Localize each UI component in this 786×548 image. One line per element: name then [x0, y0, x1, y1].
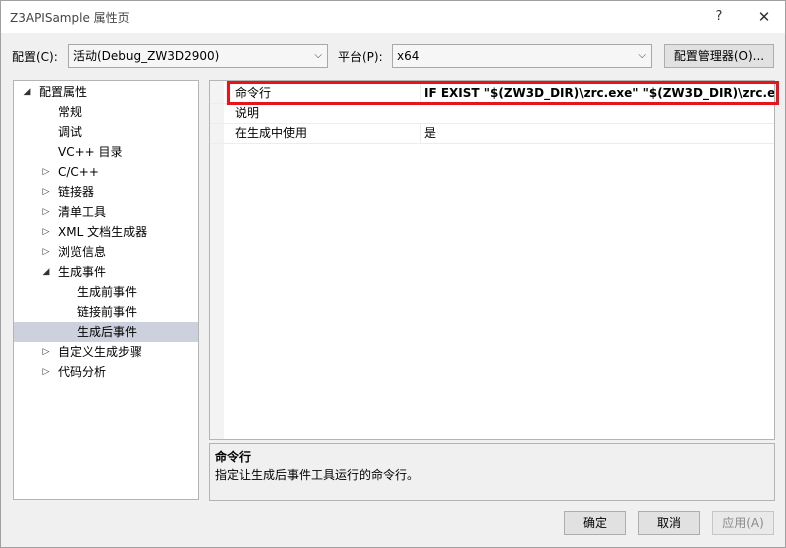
apply-button[interactable]: 应用(A)	[712, 511, 774, 535]
tree-item-general[interactable]: 常规	[14, 102, 198, 122]
tree-item-pre-link-event[interactable]: 链接前事件	[14, 302, 198, 322]
tree-item-label: 调试	[58, 125, 83, 139]
tree-item-label: 生成事件	[58, 265, 107, 279]
tree-item-debugging[interactable]: 调试	[14, 122, 198, 142]
tree-item-label: 生成前事件	[77, 285, 138, 299]
description-text: 指定让生成后事件工具运行的命令行。	[215, 468, 420, 482]
tree-item-label: 链接前事件	[77, 305, 138, 319]
tree-item-manifest-tool[interactable]: ▷ 清单工具	[14, 202, 198, 222]
collapse-icon[interactable]: ◢	[41, 262, 51, 282]
window-title: Z3APISample 属性页	[10, 11, 130, 25]
platform-combo[interactable]: x64 ⌵	[392, 44, 652, 68]
tree-item-label: 配置属性	[39, 85, 88, 99]
config-label: 配置(C):	[12, 50, 58, 64]
tree-item-label: VC++ 目录	[58, 145, 123, 159]
tree-item-custom-build-step[interactable]: ▷ 自定义生成步骤	[14, 342, 198, 362]
tree-item-code-analysis[interactable]: ▷ 代码分析	[14, 362, 198, 382]
config-combo[interactable]: 活动(Debug_ZW3D2900) ⌵	[68, 44, 328, 68]
tree-item-config-properties[interactable]: ◢ 配置属性	[14, 82, 198, 102]
close-icon[interactable]: ✕	[752, 5, 776, 29]
grid-row-description[interactable]: 说明	[210, 104, 774, 124]
tree-item-label: 清单工具	[58, 205, 107, 219]
grid-row-command-line[interactable]: 命令行 IF EXIST "$(ZW3D_DIR)\zrc.exe" "$(ZW…	[210, 84, 774, 104]
title-bar: Z3APISample 属性页 ? ✕	[1, 1, 785, 33]
help-icon[interactable]: ?	[707, 5, 731, 29]
tree-item-label: 自定义生成步骤	[58, 345, 143, 359]
expand-icon[interactable]: ▷	[41, 182, 51, 202]
expand-icon[interactable]: ▷	[41, 162, 51, 182]
property-name: 在生成中使用	[235, 126, 308, 140]
property-name: 命令行	[235, 86, 272, 100]
config-manager-button[interactable]: 配置管理器(O)...	[664, 44, 774, 68]
tree-item-label: 浏览信息	[58, 245, 107, 259]
property-grid: 命令行 IF EXIST "$(ZW3D_DIR)\zrc.exe" "$(ZW…	[209, 80, 775, 440]
platform-value: x64	[397, 49, 420, 63]
expand-icon[interactable]: ▷	[41, 222, 51, 242]
tree-item-label: C/C++	[58, 165, 99, 179]
expand-icon[interactable]: ▷	[41, 362, 51, 382]
property-pages-dialog: Z3APISample 属性页 ? ✕ 配置(C): 活动(Debug_ZW3D…	[0, 0, 786, 548]
property-name: 说明	[235, 106, 260, 120]
tree-item-linker[interactable]: ▷ 链接器	[14, 182, 198, 202]
expand-icon[interactable]: ▷	[41, 342, 51, 362]
tree-item-label: 代码分析	[58, 365, 107, 379]
platform-label: 平台(P):	[338, 50, 383, 64]
description-panel: 命令行 指定让生成后事件工具运行的命令行。	[209, 443, 775, 501]
chevron-down-icon: ⌵	[314, 50, 322, 61]
tree-item-label: 生成后事件	[77, 325, 138, 339]
property-tree: ◢ 配置属性 常规 调试 VC++ 目录 ▷ C/C++ ▷ 链接器 ▷ 清单工…	[13, 80, 199, 500]
config-value: 活动(Debug_ZW3D2900)	[73, 49, 220, 63]
description-title: 命令行	[215, 450, 252, 464]
tree-item-c-cpp[interactable]: ▷ C/C++	[14, 162, 198, 182]
tree-item-post-build-event[interactable]: 生成后事件	[14, 322, 198, 342]
grid-row-use-in-build[interactable]: 在生成中使用 是	[210, 124, 774, 144]
chevron-down-icon: ⌵	[638, 50, 646, 61]
tree-item-pre-build-event[interactable]: 生成前事件	[14, 282, 198, 302]
cancel-button[interactable]: 取消	[638, 511, 700, 535]
ok-button[interactable]: 确定	[564, 511, 626, 535]
collapse-icon[interactable]: ◢	[22, 82, 32, 102]
tree-item-browse-info[interactable]: ▷ 浏览信息	[14, 242, 198, 262]
tree-item-vc-directories[interactable]: VC++ 目录	[14, 142, 198, 162]
tree-item-label: 常规	[58, 105, 83, 119]
expand-icon[interactable]: ▷	[41, 242, 51, 262]
tree-item-label: 链接器	[58, 185, 95, 199]
property-value-command-line[interactable]: IF EXIST "$(ZW3D_DIR)\zrc.exe" "$(ZW3D_D…	[420, 84, 774, 103]
property-value-use-in-build[interactable]: 是	[420, 124, 774, 143]
tree-item-xml-doc-generator[interactable]: ▷ XML 文档生成器	[14, 222, 198, 242]
tree-item-label: XML 文档生成器	[58, 225, 148, 239]
expand-icon[interactable]: ▷	[41, 202, 51, 222]
tree-item-build-events[interactable]: ◢ 生成事件	[14, 262, 198, 282]
